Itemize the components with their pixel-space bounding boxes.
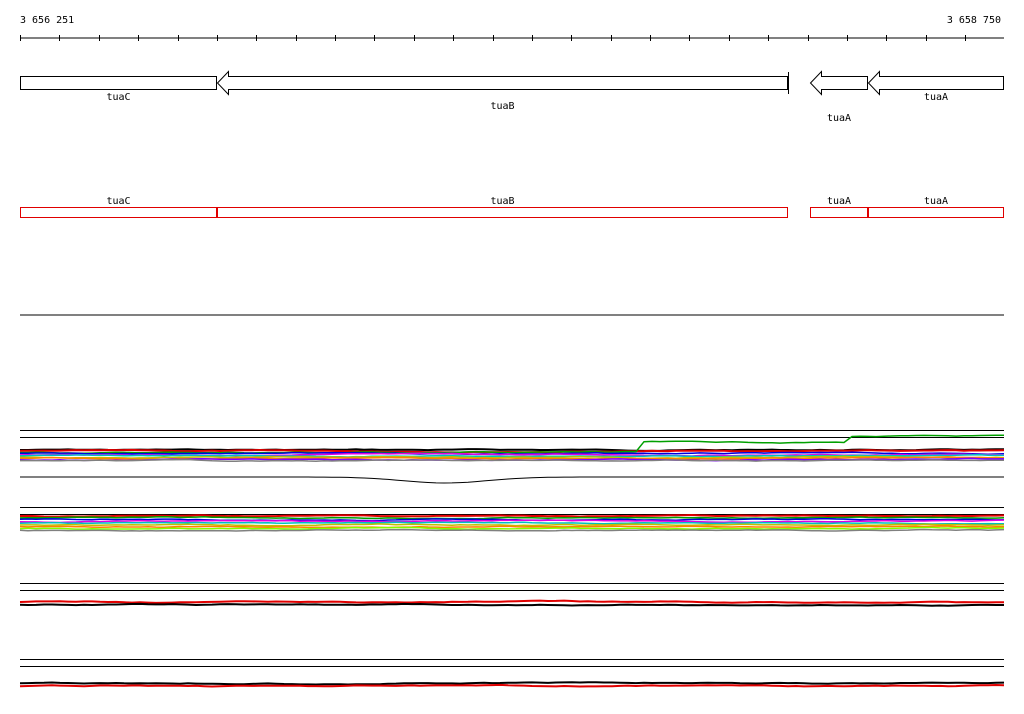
gene-label-tuaB: tuaB xyxy=(490,101,514,112)
expression-line xyxy=(19,526,1005,530)
expression-line xyxy=(19,599,1005,604)
ruler-start-label: 3 656 251 xyxy=(20,15,74,26)
expression-line xyxy=(19,528,1005,532)
gene-arrow-tuaA[interactable] xyxy=(809,70,868,96)
feature-box-tuaA[interactable] xyxy=(810,207,868,218)
expression-track-1 xyxy=(19,430,1005,484)
gene-label-tuaC: tuaC xyxy=(106,92,130,103)
expression-line xyxy=(19,602,1004,607)
expression-track-2 xyxy=(19,507,1005,532)
feature-box-tuaC[interactable] xyxy=(20,207,217,218)
feature-box-tuaA[interactable] xyxy=(868,207,1004,218)
expression-track-4 xyxy=(19,659,1005,688)
expression-tracks xyxy=(19,430,1005,688)
genome-browser: 3 656 251 3 658 750 tuaC tuaB tuaA tuaA tua… xyxy=(19,15,1005,688)
ruler-end-label: 3 658 750 xyxy=(947,15,1001,26)
expression-line xyxy=(20,458,1004,463)
gene-arrow-tuaB[interactable] xyxy=(216,70,788,96)
profile-line xyxy=(20,476,1004,484)
expression-line xyxy=(19,525,1004,529)
gene-label-tuaA: tuaA xyxy=(827,113,851,124)
expression-line xyxy=(19,523,1005,527)
expression-line xyxy=(19,521,1005,525)
feature-label-tuaA: tuaA xyxy=(924,196,948,207)
feature-label-tuaA: tuaA xyxy=(827,196,851,207)
feature-box-tuaB[interactable] xyxy=(217,207,788,218)
gene-arrow-tuaC[interactable] xyxy=(20,76,217,90)
expression-line xyxy=(19,681,1005,686)
feature-box-track: tuaC tuaB tuaA tuaA xyxy=(20,196,1004,218)
gene-arrow-track: tuaC tuaB tuaA tuaA xyxy=(20,70,1004,124)
gene-label-tuaA: tuaA xyxy=(924,92,948,103)
coordinate-ruler: 3 656 251 3 658 750 xyxy=(20,15,1004,41)
feature-label-tuaB: tuaB xyxy=(490,196,514,207)
feature-label-tuaC: tuaC xyxy=(106,196,130,207)
expression-track-3 xyxy=(19,583,1005,607)
expression-line xyxy=(19,683,1005,688)
